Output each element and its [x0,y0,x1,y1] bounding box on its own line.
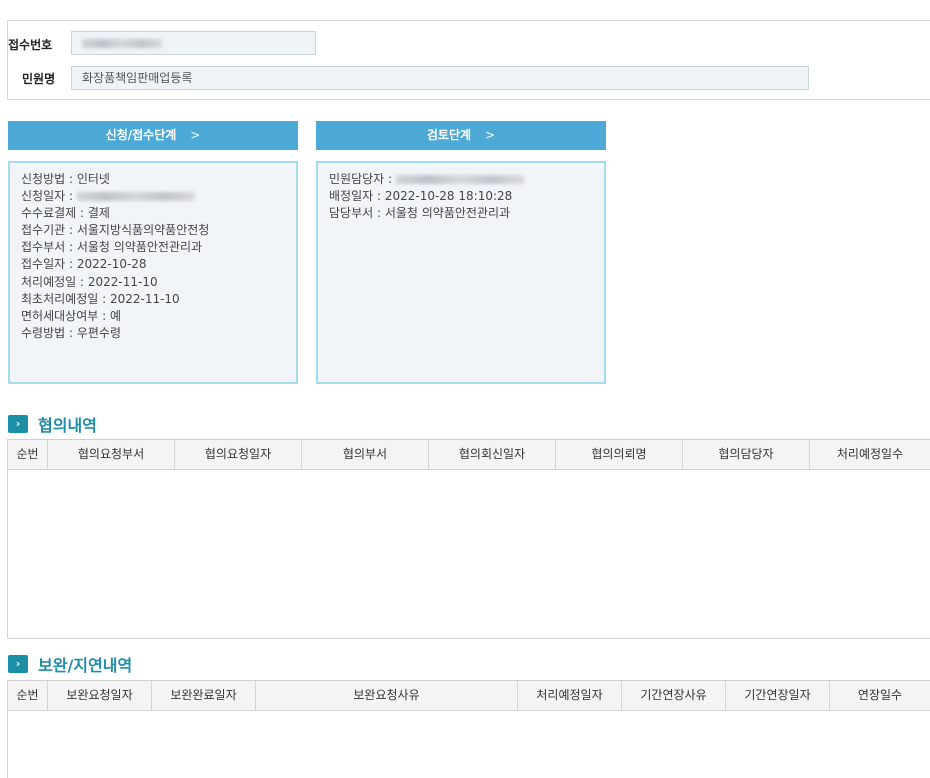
civil-name-field[interactable]: 화장품책임판매업등록 [71,66,809,90]
column-header[interactable]: 기간연장일자 [726,681,830,710]
supplement-title-text: 보완/지연내역 [38,656,133,675]
column-header[interactable]: 협의부서 [302,440,429,469]
review-step-panel: 민원담당자 : 배정일자 : 2022-10-28 18:10:28 담당부서 … [316,161,606,384]
application-method: 신청방법 : 인터넷 [21,172,110,186]
redacted-officer [395,175,524,184]
license-tax-target: 면허세대상여부 : 예 [21,308,121,323]
column-header[interactable]: 협의회신일자 [429,440,556,469]
application-step-header[interactable]: 신청/접수단계 > [8,121,298,150]
column-header[interactable]: 연장일수 [830,681,930,710]
receipt-date: 접수일자 : 2022-10-28 [21,257,147,272]
column-header[interactable]: 협의요청부서 [48,440,175,469]
column-header[interactable]: 처리예정일자 [518,681,622,710]
application-date-row: 신청일자 : [21,188,285,205]
supplement-section-title: › 보완/지연내역 [8,654,133,675]
application-step-panel: 신청방법 : 인터넷 신청일자 : 수수료결제 : 결제 접수기관 : 서울지방… [8,161,298,384]
responsible-department: 담당부서 : 서울청 의약품안전관리과 [329,206,511,221]
supplement-table-header: 순번 보완요청일자 보완완료일자 보완요청사유 처리예정일자 기간연장사유 기간… [8,681,930,711]
supplement-table: 순번 보완요청일자 보완완료일자 보완요청사유 처리예정일자 기간연장사유 기간… [7,680,930,778]
column-header[interactable]: 보완완료일자 [152,681,256,710]
consultation-title-text: 협의내역 [38,416,97,435]
civil-officer-row: 민원담당자 : [329,171,593,188]
column-header[interactable]: 처리예정일수 [810,440,930,469]
initial-scheduled-date: 최초처리예정일 : 2022-11-10 [21,291,180,306]
receipt-no-label: 접수번호 [8,38,53,52]
column-header[interactable]: 협의의뢰명 [556,440,683,469]
application-info-form: 접수번호 민원명 화장품책임판매업등록 [7,20,930,100]
column-header[interactable]: 보완요청일자 [48,681,152,710]
column-header[interactable]: 보완요청사유 [256,681,518,710]
chevron-right-icon: > [485,128,496,142]
chevron-right-icon: > [190,128,201,142]
receipt-agency: 접수기관 : 서울지방식품의약품안전청 [21,223,210,238]
scheduled-date: 처리예정일 : 2022-11-10 [21,274,158,289]
review-step-title: 검토단계 [426,128,472,142]
column-header[interactable]: 순번 [8,681,48,710]
chevron-right-icon: › [8,655,28,673]
application-step-title: 신청/접수단계 [105,128,177,142]
civil-officer: 민원담당자 : [329,172,396,186]
column-header[interactable]: 협의담당자 [683,440,810,469]
chevron-right-icon: › [8,415,28,433]
redacted-application-date [76,192,195,202]
receipt-department: 접수부서 : 서울청 의약품안전관리과 [21,240,203,255]
column-header[interactable]: 기간연장사유 [622,681,726,710]
column-header[interactable]: 협의요청일자 [175,440,302,469]
civil-name-label: 민원명 [22,72,56,86]
receive-method: 수령방법 : 우편수령 [21,325,121,340]
fee-payment: 수수료결제 : 결제 [21,206,110,221]
redacted-receipt-no [82,39,162,48]
application-date: 신청일자 : [21,189,74,204]
receipt-no-field[interactable] [71,31,316,55]
consultation-table: 순번 협의요청부서 협의요청일자 협의부서 협의회신일자 협의의뢰명 협의담당자… [7,439,930,639]
consultation-table-header: 순번 협의요청부서 협의요청일자 협의부서 협의회신일자 협의의뢰명 협의담당자… [8,440,930,470]
assignment-date: 배정일자 : 2022-10-28 18:10:28 [329,189,513,204]
column-header[interactable]: 순번 [8,440,48,469]
consultation-section-title: › 협의내역 [8,414,97,435]
review-step-header[interactable]: 검토단계 > [316,121,606,150]
